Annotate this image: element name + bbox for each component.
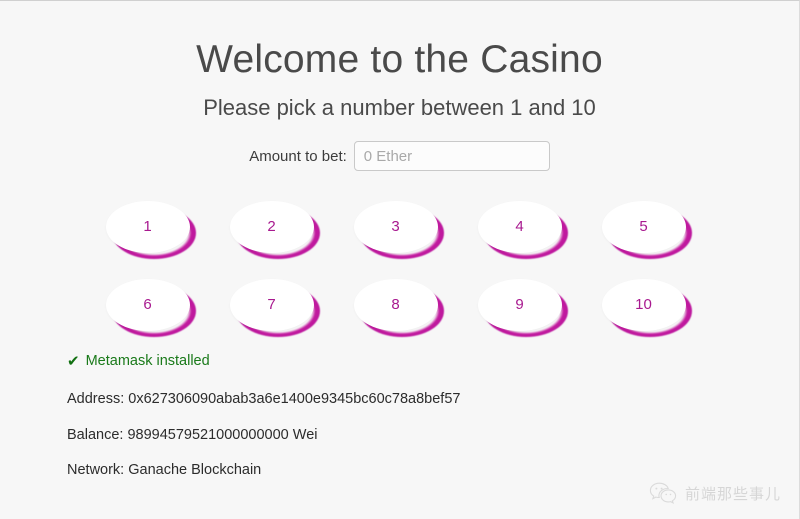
number-cell: 8 (348, 276, 452, 344)
number-cell: 3 (348, 198, 452, 266)
number-cell: 9 (472, 276, 576, 344)
metamask-status-label: Metamask installed (85, 353, 210, 370)
number-button-5[interactable]: 5 (601, 201, 686, 254)
number-button-8[interactable]: 8 (353, 279, 438, 332)
number-button-1[interactable]: 1 (105, 201, 190, 254)
number-button-9[interactable]: 9 (477, 279, 562, 332)
check-icon: ✔ (67, 353, 80, 371)
number-row-1: 1 2 3 4 5 (100, 198, 700, 266)
casino-page: Welcome to the Casino Please pick a numb… (0, 0, 800, 519)
metamask-status: ✔ Metamask installed (67, 354, 799, 369)
bet-amount-label: Amount to bet: (249, 147, 347, 165)
number-button-grid: 1 2 3 4 5 6 7 8 9 10 (100, 171, 700, 344)
number-button-6[interactable]: 6 (105, 279, 190, 332)
wechat-icon (649, 481, 677, 505)
number-row-2: 6 7 8 9 10 (100, 276, 700, 344)
number-button-2[interactable]: 2 (229, 201, 314, 254)
bet-amount-row: Amount to bet: (0, 141, 799, 172)
number-button-7[interactable]: 7 (229, 279, 314, 332)
number-cell: 7 (224, 276, 328, 344)
watermark: 前端那些事儿 (649, 481, 781, 505)
page-title: Welcome to the Casino (196, 38, 603, 81)
number-cell: 10 (596, 276, 700, 344)
number-button-3[interactable]: 3 (353, 201, 438, 254)
wallet-address: Address: 0x627306090abab3a6e1400e9345bc6… (67, 391, 461, 408)
watermark-label: 前端那些事儿 (684, 484, 781, 503)
bet-amount-input[interactable] (353, 141, 550, 172)
number-cell: 1 (100, 198, 204, 266)
wallet-status-block: ✔ Metamask installed Address: 0x62730609… (0, 354, 799, 478)
number-button-4[interactable]: 4 (477, 201, 562, 254)
number-cell: 2 (224, 198, 328, 266)
wallet-balance: Balance: 98994579521000000000 Wei (67, 426, 318, 443)
number-cell: 5 (596, 198, 700, 266)
wallet-network: Network: Ganache Blockchain (67, 462, 262, 479)
number-button-10[interactable]: 10 (601, 279, 686, 332)
number-cell: 6 (100, 276, 204, 344)
page-subtitle: Please pick a number between 1 and 10 (203, 94, 596, 120)
number-cell: 4 (472, 198, 576, 266)
